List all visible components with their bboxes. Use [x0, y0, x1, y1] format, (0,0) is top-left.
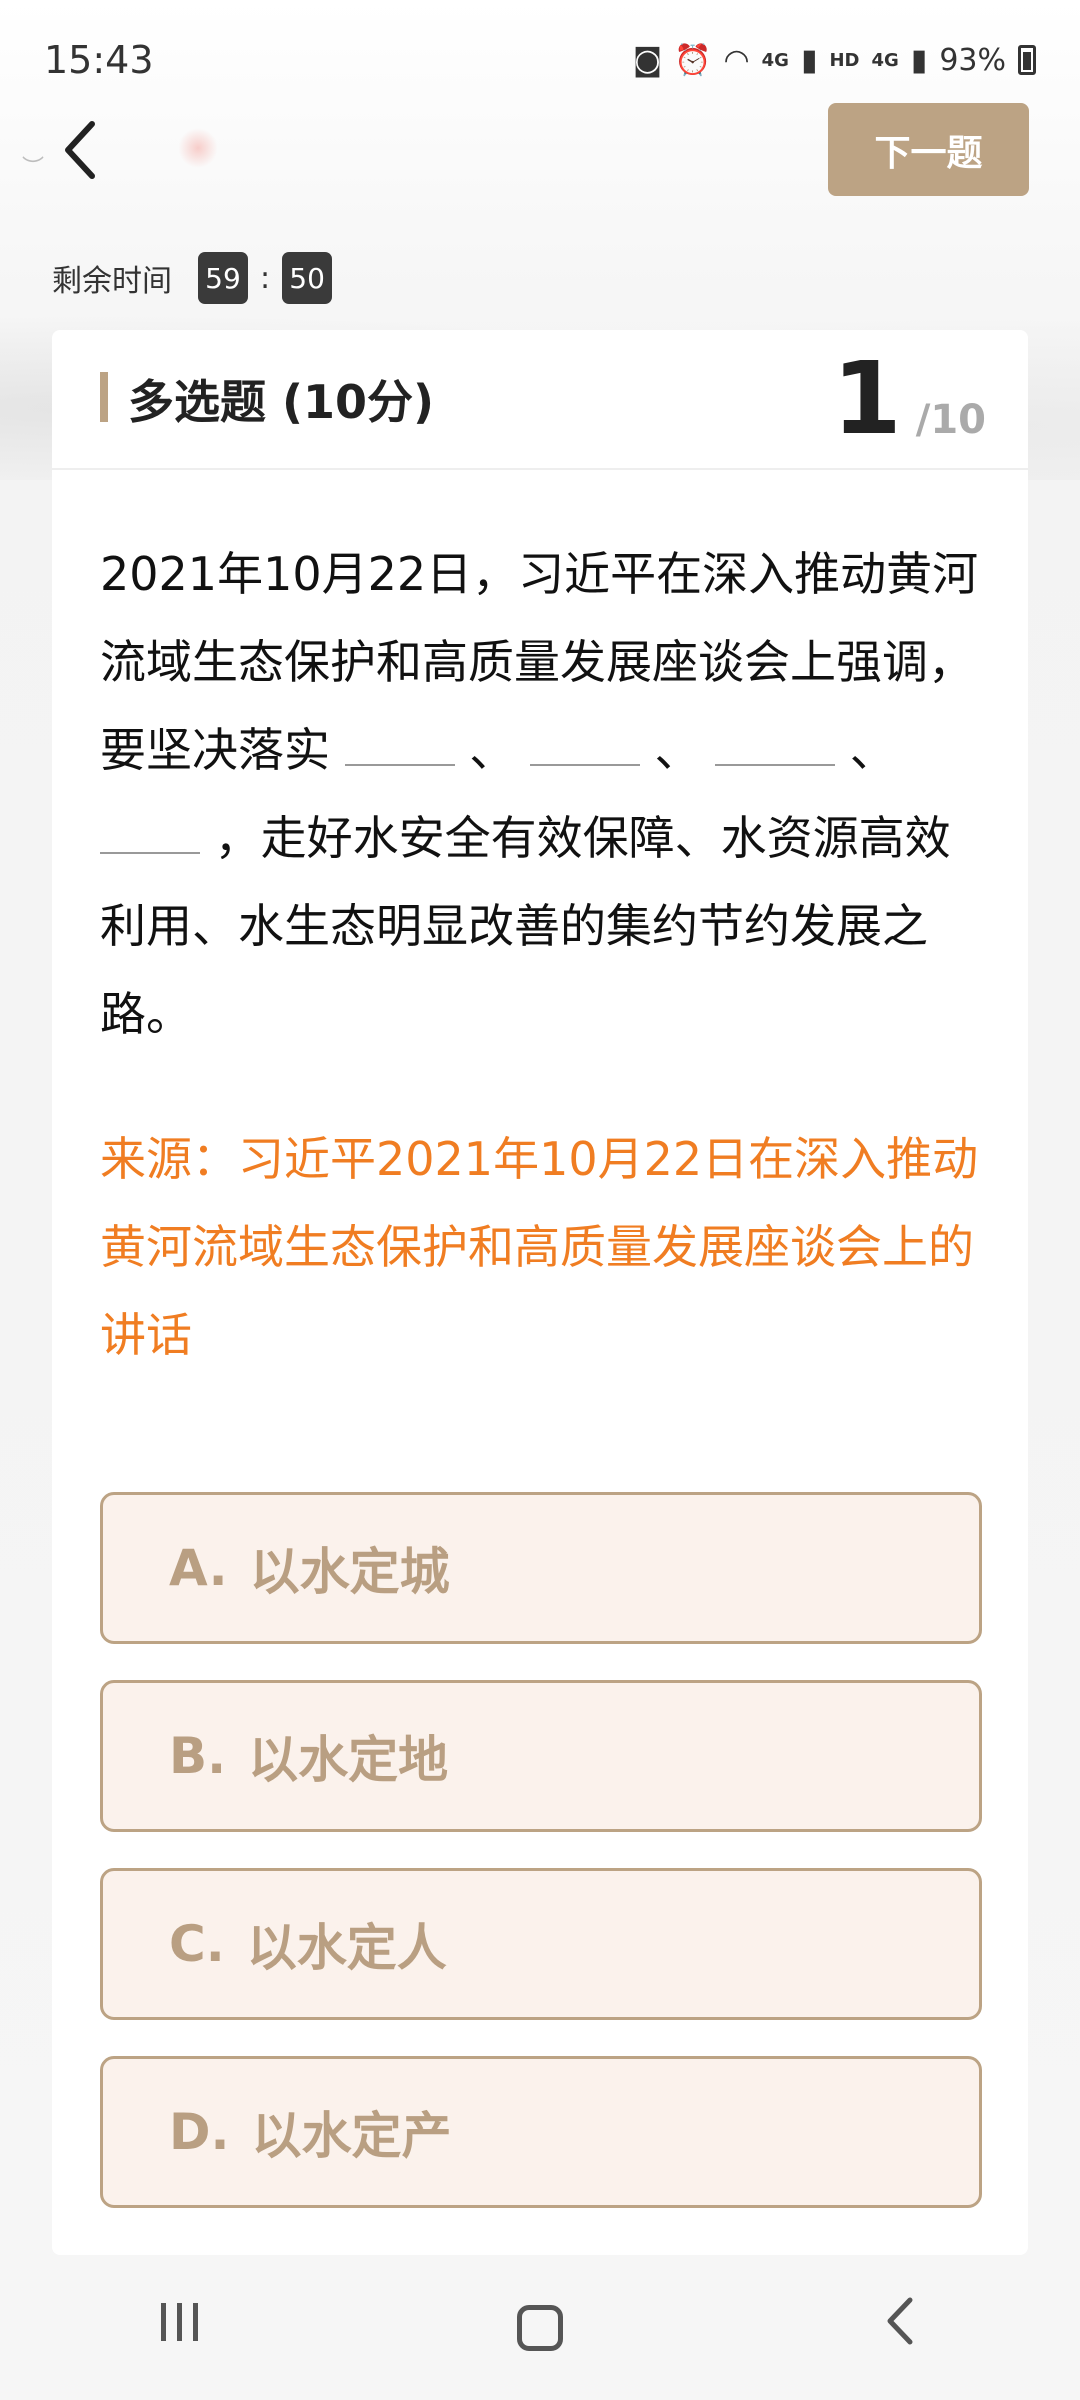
status-bar: 15:43 ◙ ⏰ ◠ 4G ▮ HD 4G ▮ 93% — [0, 0, 1080, 120]
option-letter: B. — [169, 1727, 227, 1785]
hd-label: HD — [829, 49, 860, 71]
current-question-number: 1 — [832, 340, 902, 457]
option-text: 以水定地 — [248, 1731, 449, 1789]
question-text-part2: ，走好水安全有效保障、水资源高效利用、水生态明显改善的集约节约发展之路。 — [100, 811, 951, 1041]
status-icons: ◙ ⏰ ◠ 4G ▮ HD 4G ▮ 93% — [633, 43, 1036, 78]
option-text: 以水定城 — [249, 1543, 450, 1601]
option-letter: D. — [169, 2103, 230, 2161]
timer-minutes: 59 — [198, 252, 248, 304]
timer-label: 剩余时间 — [52, 264, 172, 299]
type-accent-bar — [100, 372, 108, 422]
recents-icon — [161, 2302, 198, 2341]
question-source: 来源：习近平2021年10月22日在深入推动黄河流域生态保护和高质量发展座谈会上… — [100, 1132, 979, 1362]
option-c[interactable]: C. 以水定人 — [100, 1868, 982, 2020]
timer: 剩余时间 59 : 50 — [52, 252, 333, 304]
battery-percent: 93% — [939, 42, 1006, 78]
network-4g-label: 4G — [761, 49, 789, 71]
option-letter: C. — [169, 1915, 225, 1973]
question-type: 多选题 (10分) — [128, 375, 435, 429]
question-card: 多选题 (10分) 1 /10 2021年10月22日，习近平在深入推动黄河流域… — [52, 330, 1028, 2255]
total-questions: /10 — [915, 397, 986, 443]
recents-button[interactable] — [120, 2298, 240, 2358]
option-d[interactable]: D. 以水定产 — [100, 2056, 982, 2208]
option-text: 以水定人 — [246, 1919, 447, 1977]
option-b[interactable]: B. 以水定地 — [100, 1680, 982, 1832]
question-progress: 1 /10 — [832, 340, 986, 457]
wifi-icon: ◠ — [723, 42, 750, 78]
blank-separator-1: 、 — [469, 723, 516, 777]
sun-decoration — [178, 128, 218, 168]
home-icon — [517, 2304, 563, 2351]
question-header: 多选题 (10分) 1 /10 — [52, 330, 1028, 470]
notification-icon: ◙ — [632, 42, 663, 78]
answer-blank-2 — [529, 718, 640, 766]
blank-separator-3: 、 — [849, 723, 896, 777]
home-button[interactable] — [480, 2304, 600, 2351]
system-nav-bar — [0, 2255, 1080, 2400]
timer-separator: : — [260, 260, 271, 296]
next-question-button[interactable]: 下一题 — [828, 103, 1029, 196]
back-icon — [887, 2297, 913, 2345]
answer-blank-4 — [100, 806, 200, 854]
answer-blank-3 — [715, 718, 836, 766]
timer-seconds: 50 — [282, 252, 333, 304]
signal-icon: ▮ — [800, 42, 818, 78]
option-a[interactable]: A. 以水定城 — [100, 1492, 982, 1644]
status-time: 15:43 — [44, 38, 154, 82]
network-4g-label-2: 4G — [871, 49, 899, 71]
options-list: A. 以水定城 B. 以水定地 C. 以水定人 D. 以水定产 — [100, 1492, 982, 2244]
answer-blank-1 — [344, 718, 455, 766]
alarm-icon: ⏰ — [674, 42, 712, 78]
battery-icon — [1018, 45, 1036, 75]
signal-icon-2: ▮ — [910, 42, 928, 78]
question-text: 2021年10月22日，习近平在深入推动黄河流域生态保护和高质量发展座谈会上强调… — [100, 530, 980, 1058]
chevron-left-icon — [65, 121, 95, 179]
option-text: 以水定产 — [251, 2107, 452, 2165]
bird-icon: ︶ — [22, 156, 45, 181]
back-button[interactable] — [60, 118, 120, 188]
system-back-button[interactable] — [840, 2296, 960, 2359]
blank-separator-2: 、 — [654, 723, 701, 777]
option-letter: A. — [169, 1539, 228, 1597]
